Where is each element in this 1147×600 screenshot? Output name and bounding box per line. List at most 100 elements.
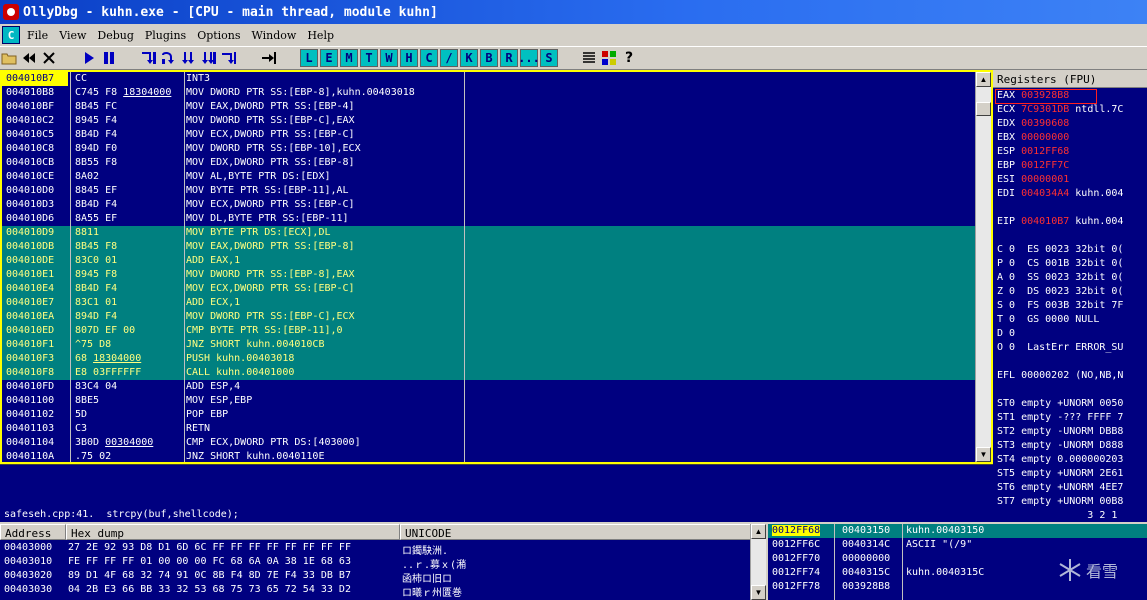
register-line[interactable]: ST6 empty +UNORM 4EE7 xyxy=(997,482,1123,493)
title-bar[interactable]: OllyDbg - kuhn.exe - [CPU - main thread,… xyxy=(0,0,1147,24)
log-window-button[interactable]: L xyxy=(300,49,318,67)
register-line[interactable]: ST7 empty +UNORM 00B8 xyxy=(997,496,1123,507)
dump-address[interactable]: 00403030 xyxy=(4,584,52,595)
scroll-down-arrow-icon[interactable]: ▼ xyxy=(751,585,766,600)
disasm-row[interactable]: 004010C5 8B4D F4 MOV ECX,DWORD PTR SS:[EBP… xyxy=(2,128,977,142)
dump-address[interactable]: 00403010 xyxy=(4,556,52,567)
registers-header[interactable]: Registers (FPU) xyxy=(993,70,1147,88)
menu-help[interactable]: Help xyxy=(304,29,342,42)
execute-till-return-icon[interactable] xyxy=(220,49,238,67)
register-line[interactable]: O 0 LastErr ERROR_SU xyxy=(997,342,1123,353)
dump-hex-bytes[interactable]: 89 D1 4F 68 32 74 91 0C 8B F4 8D 7E F4 3… xyxy=(68,570,351,581)
disasm-row[interactable]: 004010D6 8A55 EF MOV DL,BYTE PTR SS:[EBP-1… xyxy=(2,212,977,226)
disasm-row[interactable]: 00401104 3B0D 00304000 CMP ECX,DWORD PTR D… xyxy=(2,436,977,450)
disasm-row[interactable]: 004010D0 8845 EF MOV BYTE PTR SS:[EBP-11],… xyxy=(2,184,977,198)
register-line[interactable]: ST4 empty 0.000000203 xyxy=(997,454,1123,465)
scroll-up-arrow-icon[interactable]: ▲ xyxy=(751,524,766,539)
run-trace-button[interactable]: ... xyxy=(518,49,540,67)
disasm-row[interactable]: 004010D3 8B4D F4 MOV ECX,DWORD PTR SS:[EBP… xyxy=(2,198,977,212)
disasm-row[interactable]: 0040110A .75 02 JNZ SHORT kuhn.0040110E xyxy=(2,450,977,462)
register-line[interactable]: T 0 GS 0000 NULL xyxy=(997,314,1099,325)
dump-unicode[interactable]: ..ｒ.募ｘ(潲 xyxy=(402,556,466,571)
dump-hex-bytes[interactable]: FE FF FF FF 01 00 00 00 FC 68 6A 0A 38 1… xyxy=(68,556,351,567)
trace-into-icon[interactable] xyxy=(180,49,198,67)
register-line[interactable]: P 0 CS 001B 32bit 0( xyxy=(997,258,1123,269)
cpu-window-icon[interactable]: C xyxy=(2,26,20,44)
disasm-row[interactable]: 004010DE 83C0 01 ADD EAX,1 xyxy=(2,254,977,268)
register-line[interactable]: ST1 empty -??? FFFF 7 xyxy=(997,412,1123,423)
dump-header-unicode[interactable]: UNICODE xyxy=(400,524,752,540)
open-icon[interactable] xyxy=(0,49,18,67)
dump-header-hex[interactable]: Hex dump xyxy=(66,524,400,540)
disasm-row[interactable]: 004010EA 894D F4 MOV DWORD PTR SS:[EBP-C],… xyxy=(2,310,977,324)
scroll-thumb[interactable] xyxy=(976,102,991,116)
disasm-row[interactable]: 004010F1 ^75 D8 JNZ SHORT kuhn.004010CB xyxy=(2,338,977,352)
disasm-row[interactable]: 004010D9 8811 MOV BYTE PTR DS:[ECX],DL xyxy=(2,226,977,240)
step-into-icon[interactable] xyxy=(140,49,158,67)
register-line[interactable]: ESP 0012FF68 xyxy=(997,146,1069,157)
call-stack-button[interactable]: K xyxy=(460,49,478,67)
dump-hex-bytes[interactable]: 27 2E 92 93 D8 D1 6D 6C FF FF FF FF FF F… xyxy=(68,542,351,553)
dump-address[interactable]: 00403020 xyxy=(4,570,52,581)
disasm-row[interactable]: 004010FD 83C4 04 ADD ESP,4 xyxy=(2,380,977,394)
trace-over-icon[interactable] xyxy=(200,49,218,67)
handles-window-button[interactable]: H xyxy=(400,49,418,67)
dump-unicode[interactable]: 函柿ロ旧ロ xyxy=(402,570,452,585)
disasm-row[interactable]: 004010E4 8B4D F4 MOV ECX,DWORD PTR SS:[EBP… xyxy=(2,282,977,296)
stack-row[interactable]: 0012FF6C 0040314C ASCII "(/9" xyxy=(768,538,1147,552)
disasm-row[interactable]: 004010CE 8A02 MOV AL,BYTE PTR DS:[EDX] xyxy=(2,170,977,184)
register-line[interactable]: ST5 empty +UNORM 2E61 xyxy=(997,468,1123,479)
disasm-row[interactable]: 004010C2 8945 F4 MOV DWORD PTR SS:[EBP-C],… xyxy=(2,114,977,128)
registers-pane[interactable]: Registers (FPU) EAX 003928B8 ECX 7C9301DB… xyxy=(993,70,1147,522)
scroll-down-arrow-icon[interactable]: ▼ xyxy=(976,447,991,462)
register-line[interactable]: Z 0 DS 0023 32bit 0( xyxy=(997,286,1123,297)
disasm-row[interactable]: 004010F8 E8 03FFFFFF CALL kuhn.00401000 xyxy=(2,366,977,380)
menu-options[interactable]: Options xyxy=(194,29,248,42)
disasm-row[interactable]: 004010C8 894D F0 MOV DWORD PTR SS:[EBP-10]… xyxy=(2,142,977,156)
close-icon[interactable] xyxy=(40,49,58,67)
menu-window[interactable]: Window xyxy=(249,29,305,42)
disasm-row[interactable]: 004010CB 8B55 F8 MOV EDX,DWORD PTR SS:[EBP… xyxy=(2,156,977,170)
hex-dump-pane[interactable]: Address Hex dump UNICODE 00403000 27 2E 9… xyxy=(0,524,766,600)
disasm-row[interactable]: 00401102 5D POP EBP xyxy=(2,408,977,422)
disasm-row[interactable]: 004010DB 8B45 F8 MOV EAX,DWORD PTR SS:[EBP… xyxy=(2,240,977,254)
register-line[interactable]: EAX 003928B8 xyxy=(997,90,1069,101)
references-window-button[interactable]: R xyxy=(500,49,518,67)
disasm-row[interactable]: 00401100 8BE5 MOV ESP,EBP xyxy=(2,394,977,408)
scroll-up-arrow-icon[interactable]: ▲ xyxy=(976,72,991,87)
disasm-row[interactable]: 004010BF 8B45 FC MOV EAX,DWORD PTR SS:[EBP… xyxy=(2,100,977,114)
register-line[interactable]: A 0 SS 0023 32bit 0( xyxy=(997,272,1123,283)
dump-unicode[interactable]: ロ鐲駃洲. xyxy=(402,542,448,557)
register-line[interactable]: D 0 xyxy=(997,328,1015,339)
dump-header-address[interactable]: Address xyxy=(0,524,66,540)
pause-icon[interactable] xyxy=(100,49,118,67)
windows-window-button[interactable]: W xyxy=(380,49,398,67)
source-window-button[interactable]: S xyxy=(540,49,558,67)
register-line[interactable]: EDI 004034A4 kuhn.004 xyxy=(997,188,1123,199)
run-icon[interactable] xyxy=(80,49,98,67)
menu-plugins[interactable]: Plugins xyxy=(142,29,194,42)
patches-window-button[interactable]: / xyxy=(440,49,458,67)
disasm-row[interactable]: 004010B8 C745 F8 18304000 MOV DWORD PTR SS… xyxy=(2,86,977,100)
stack-row[interactable]: 0012FF68 00403150 kuhn.00403150 xyxy=(768,524,1147,538)
register-line[interactable]: S 0 FS 003B 32bit 7F xyxy=(997,300,1123,311)
grid-icon[interactable] xyxy=(600,49,618,67)
memory-window-button[interactable]: M xyxy=(340,49,358,67)
disasm-row[interactable]: 004010E1 8945 F8 MOV DWORD PTR SS:[EBP-8],… xyxy=(2,268,977,282)
dump-hex-bytes[interactable]: 04 2B E3 66 BB 33 32 53 68 75 73 65 72 5… xyxy=(68,584,351,595)
menu-debug[interactable]: Debug xyxy=(94,29,142,42)
disassembly-scrollbar[interactable]: ▲ ▼ xyxy=(975,72,991,462)
disassembly-pane[interactable]: 004010B7 CC INT3 004010B8 C745 F8 18304000 MO… xyxy=(0,70,993,464)
register-line[interactable]: C 0 ES 0023 32bit 0( xyxy=(997,244,1123,255)
dump-unicode[interactable]: ロ曦ｒ州匱巻 xyxy=(402,584,462,599)
register-line[interactable]: ST3 empty -UNORM D888 xyxy=(997,440,1123,451)
dump-scrollbar[interactable]: ▲ ▼ xyxy=(750,524,766,600)
disasm-row[interactable]: 004010E7 83C1 01 ADD ECX,1 xyxy=(2,296,977,310)
register-line[interactable]: ESI 00000001 xyxy=(997,174,1069,185)
register-line[interactable]: EBX 00000000 xyxy=(997,132,1069,143)
register-line[interactable]: 3 2 1 xyxy=(997,510,1117,521)
register-line[interactable]: ECX 7C9301DB ntdll.7C xyxy=(997,104,1123,115)
modules-window-button[interactable]: E xyxy=(320,49,338,67)
breakpoints-window-button[interactable]: B xyxy=(480,49,498,67)
help-icon[interactable]: ? xyxy=(620,49,638,67)
